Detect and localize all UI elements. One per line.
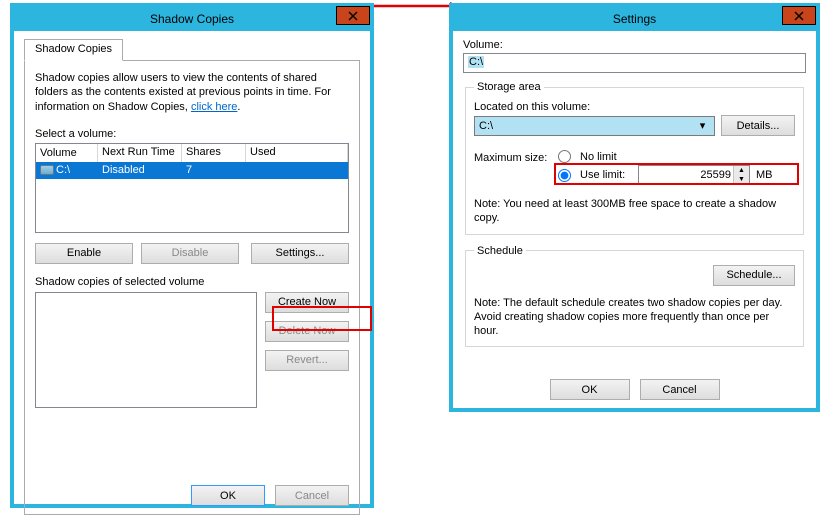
- shadow-copies-window: Shadow Copies Shadow Copies Shadow copie…: [10, 3, 374, 508]
- click-here-link[interactable]: click here: [191, 101, 237, 113]
- use-limit-radio[interactable]: [558, 169, 571, 182]
- ok-button[interactable]: OK: [191, 485, 265, 506]
- limit-spinner[interactable]: ▲ ▼: [638, 165, 750, 185]
- storage-note: Note: You need at least 300MB free space…: [474, 197, 795, 226]
- col-shares[interactable]: Shares: [182, 144, 246, 162]
- no-limit-radio[interactable]: [558, 150, 571, 163]
- close-button[interactable]: [782, 6, 816, 25]
- max-size-label: Maximum size:: [474, 150, 552, 164]
- close-button[interactable]: [336, 6, 370, 25]
- located-label: Located on this volume:: [474, 101, 795, 113]
- schedule-legend: Schedule: [474, 245, 526, 257]
- chevron-down-icon: ▾: [695, 119, 710, 132]
- volume-field: C:\: [463, 53, 806, 73]
- table-header: Volume Next Run Time Shares Used: [36, 144, 348, 162]
- storage-area-legend: Storage area: [474, 81, 544, 93]
- revert-button: Revert...: [265, 350, 349, 371]
- limit-unit-label: MB: [756, 169, 773, 181]
- select-volume-label: Select a volume:: [35, 128, 349, 140]
- details-button[interactable]: Details...: [721, 115, 795, 136]
- tab-shadow-copies[interactable]: Shadow Copies: [24, 39, 123, 61]
- create-now-button[interactable]: Create Now: [265, 292, 349, 313]
- cancel-button: Cancel: [275, 485, 349, 506]
- disable-button: Disable: [141, 243, 239, 264]
- limit-input[interactable]: [639, 169, 733, 181]
- settings-window: Settings Volume: C:\ Storage area Locate…: [449, 3, 820, 412]
- titlebar: Shadow Copies: [14, 7, 370, 31]
- volume-label: Volume:: [463, 39, 806, 51]
- spin-up-icon[interactable]: ▲: [734, 166, 749, 175]
- schedule-button[interactable]: Schedule...: [713, 265, 795, 286]
- located-volume-combo[interactable]: C:\ ▾: [474, 116, 715, 136]
- titlebar: Settings: [453, 7, 816, 31]
- cancel-button[interactable]: Cancel: [640, 379, 720, 400]
- spin-down-icon[interactable]: ▼: [734, 175, 749, 184]
- enable-button[interactable]: Enable: [35, 243, 133, 264]
- window-title: Settings: [613, 12, 656, 26]
- window-title: Shadow Copies: [150, 12, 234, 26]
- table-row[interactable]: C:\ Disabled 7: [36, 162, 348, 179]
- use-limit-label: Use limit:: [580, 169, 632, 181]
- col-volume[interactable]: Volume: [36, 144, 98, 162]
- schedule-note: Note: The default schedule creates two s…: [474, 296, 795, 339]
- delete-now-button: Delete Now: [265, 321, 349, 342]
- selected-copies-list[interactable]: [35, 292, 257, 408]
- selected-volume-label: Shadow copies of selected volume: [35, 276, 349, 288]
- drive-icon: [40, 165, 54, 175]
- ok-button[interactable]: OK: [550, 379, 630, 400]
- volume-table[interactable]: Volume Next Run Time Shares Used C:\ Dis…: [35, 143, 349, 233]
- description-text: Shadow copies allow users to view the co…: [35, 71, 349, 114]
- settings-button[interactable]: Settings...: [251, 243, 349, 264]
- col-used[interactable]: Used: [246, 144, 348, 162]
- no-limit-label: No limit: [580, 151, 617, 163]
- col-nextruntime[interactable]: Next Run Time: [98, 144, 182, 162]
